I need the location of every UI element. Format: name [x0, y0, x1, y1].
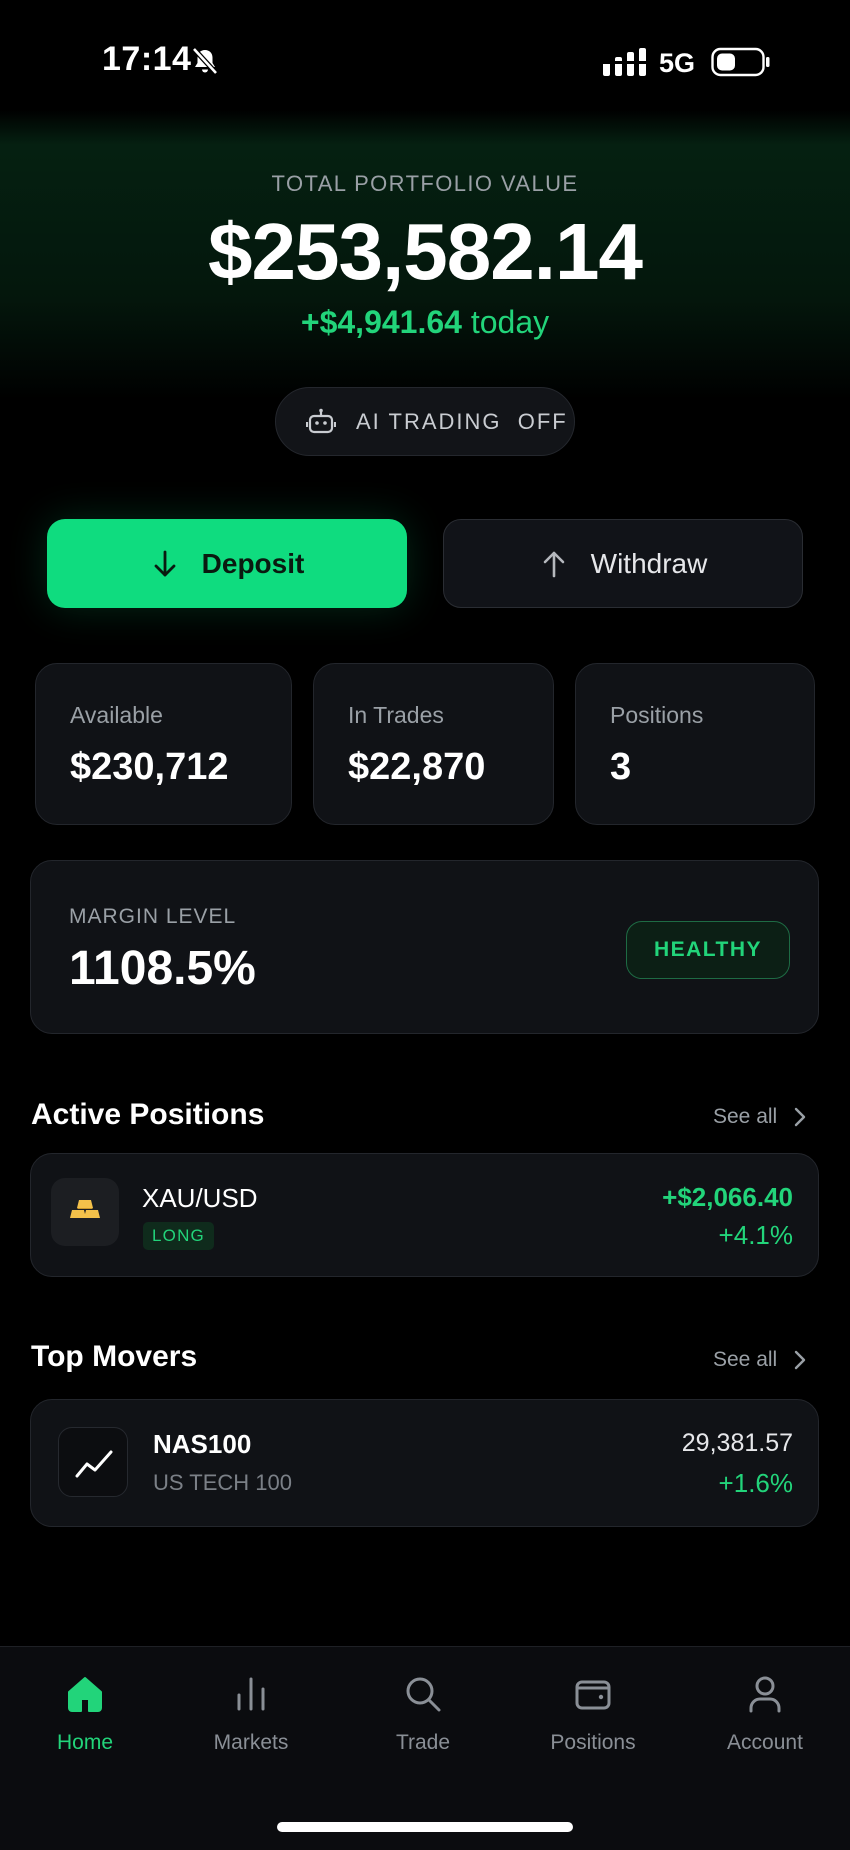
nav-markets[interactable]: Markets	[181, 1673, 321, 1755]
bar-chart-icon	[237, 1677, 265, 1711]
stat-label: Available	[70, 702, 163, 728]
signal-icon	[603, 48, 647, 76]
deposit-button[interactable]: Deposit	[47, 519, 407, 608]
position-pnl: +$2,066.40	[662, 1182, 793, 1212]
stat-card-in-trades: In Trades $22,870	[313, 663, 554, 825]
mover-symbol: NAS100	[153, 1429, 252, 1459]
mover-row[interactable]: NAS100 US TECH 100 29,381.57 +1.6%	[30, 1399, 819, 1527]
stat-value: 3	[610, 746, 632, 788]
nav-account[interactable]: Account	[695, 1673, 835, 1755]
margin-status-badge: HEALTHY	[626, 921, 790, 979]
stat-value: $230,712	[70, 746, 229, 788]
stat-card-positions: Positions 3	[575, 663, 815, 825]
portfolio-change-suffix: today	[470, 304, 550, 340]
active-positions-see-all[interactable]: See all	[713, 1105, 807, 1129]
nav-label: Home	[56, 1731, 114, 1754]
ai-trading-toggle[interactable]: AI TRADING OFF	[275, 387, 575, 456]
user-icon	[749, 1676, 781, 1713]
deposit-label: Deposit	[201, 547, 305, 579]
home-indicator	[277, 1822, 573, 1832]
top-movers-title: Top Movers	[31, 1340, 198, 1373]
network-type: 5G	[659, 48, 696, 78]
position-side-badge: LONG	[143, 1222, 214, 1250]
battery-icon	[711, 47, 770, 77]
margin-card: MARGIN LEVEL 1108.5% HEALTHY	[30, 860, 819, 1034]
nav-home[interactable]: Home	[15, 1673, 155, 1755]
search-icon	[406, 1677, 441, 1712]
status-bar: 17:14 5G	[0, 0, 850, 120]
mover-pct: +1.6%	[718, 1468, 793, 1498]
portfolio-value: $253,582.14	[208, 207, 643, 296]
margin-value: 1108.5%	[69, 942, 256, 995]
portfolio-change: +$4,941.64 today	[0, 304, 850, 341]
position-pct: +4.1%	[718, 1220, 793, 1250]
top-movers-see-all[interactable]: See all	[713, 1348, 807, 1372]
portfolio-change-amount: +$4,941.64	[300, 304, 462, 340]
nav-trade[interactable]: Trade	[353, 1673, 493, 1755]
nav-label: Account	[727, 1731, 803, 1754]
stat-value: $22,870	[348, 746, 486, 788]
stat-card-available: Available $230,712	[35, 663, 292, 825]
nav-label: Trade	[395, 1731, 451, 1754]
position-row[interactable]: XAU/USD LONG +$2,066.40 +4.1%	[30, 1153, 819, 1277]
gold-bars-icon	[51, 1178, 119, 1246]
position-symbol: XAU/USD	[142, 1183, 258, 1213]
trend-line-icon	[58, 1427, 128, 1497]
chevron-right-icon	[795, 1350, 806, 1370]
status-time: 17:14	[102, 40, 192, 78]
stat-label: Positions	[610, 702, 704, 728]
see-all-label: See all	[713, 1105, 778, 1128]
margin-label: MARGIN LEVEL	[69, 905, 237, 928]
robot-icon	[306, 408, 336, 433]
arrow-down-icon	[154, 550, 176, 576]
see-all-label: See all	[713, 1348, 778, 1371]
nav-positions[interactable]: Positions	[523, 1673, 663, 1755]
ai-trading-label: AI TRADING OFF	[356, 408, 568, 434]
nav-label: Markets	[213, 1731, 289, 1754]
wallet-icon	[575, 1680, 611, 1710]
withdraw-label: Withdraw	[590, 547, 708, 579]
mover-price: 29,381.57	[681, 1429, 793, 1457]
bottom-nav: Home Markets Trade Positions Account	[0, 1646, 850, 1850]
home-icon	[68, 1677, 102, 1712]
chevron-right-icon	[795, 1107, 806, 1127]
arrow-up-icon	[543, 551, 564, 577]
stat-label: In Trades	[348, 702, 444, 728]
nav-label: Positions	[550, 1731, 636, 1754]
active-positions-title: Active Positions	[31, 1098, 265, 1131]
bell-off-icon	[192, 47, 218, 75]
portfolio-label: TOTAL PORTFOLIO VALUE	[271, 171, 579, 196]
mover-name: US TECH 100	[153, 1470, 292, 1495]
withdraw-button[interactable]: Withdraw	[443, 519, 803, 608]
